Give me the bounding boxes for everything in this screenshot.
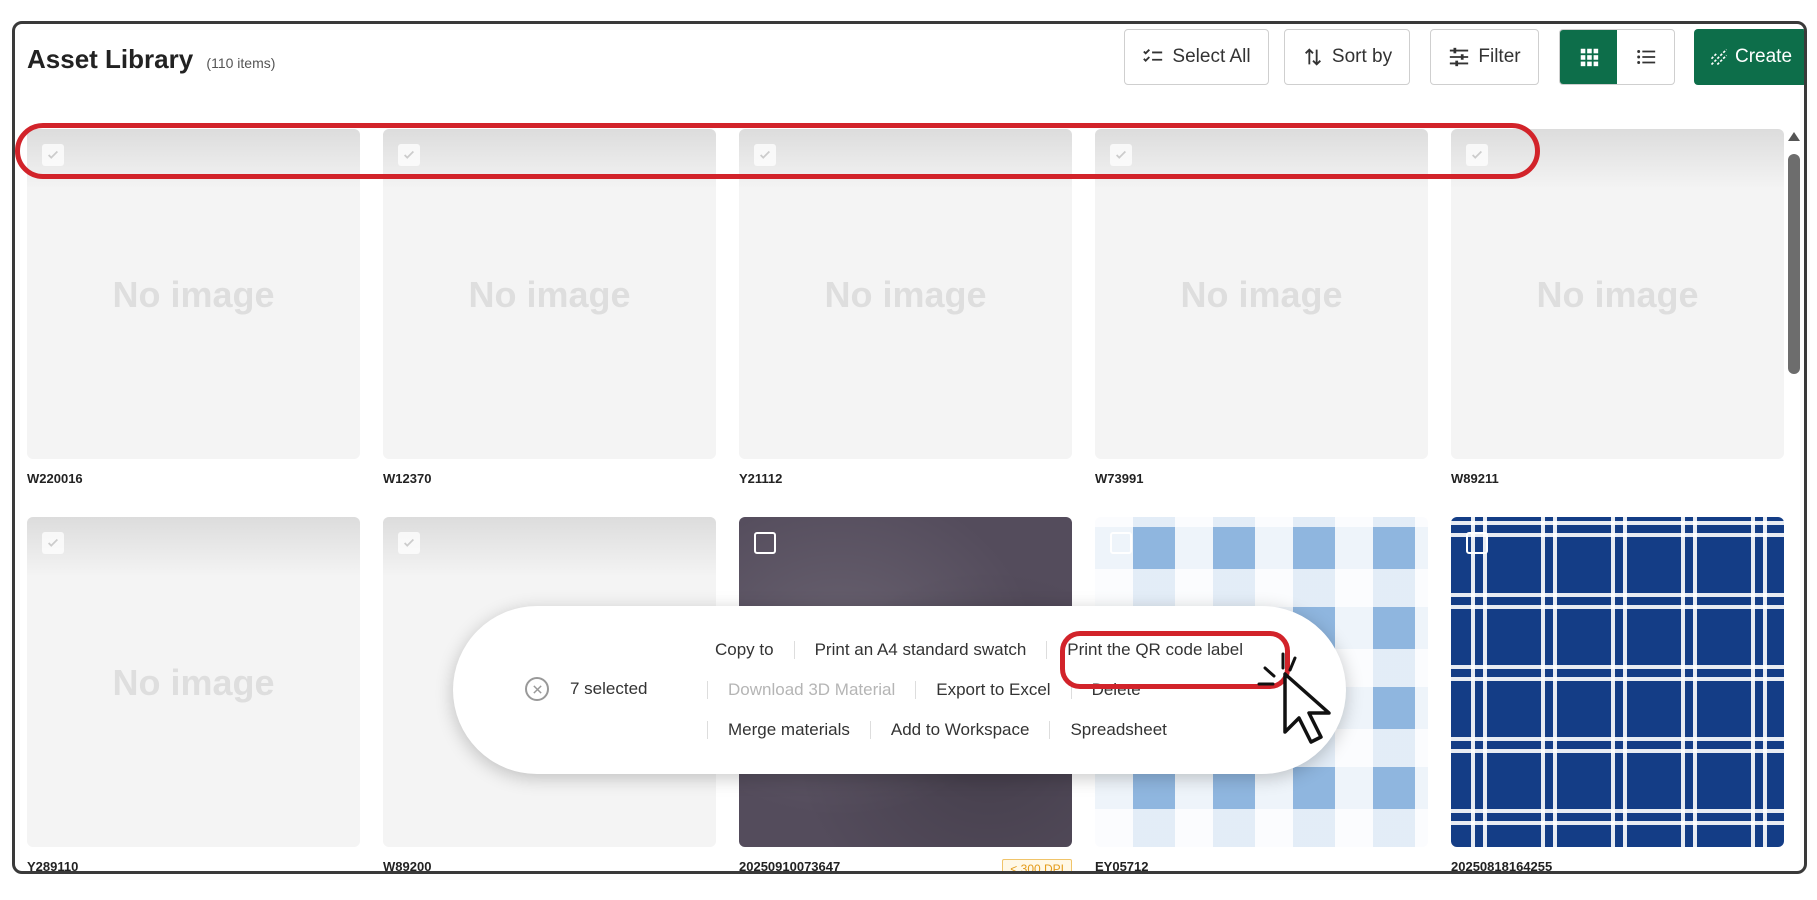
print-qr-label-action[interactable]: Print the QR code label xyxy=(1067,640,1243,660)
check-icon xyxy=(48,150,58,159)
page-title: Asset Library (110 items) xyxy=(27,44,275,75)
card-thumbnail[interactable] xyxy=(1451,517,1784,847)
no-image-placeholder: No image xyxy=(112,274,275,315)
check-icon xyxy=(404,538,414,547)
divider xyxy=(915,681,917,699)
card-checkbox[interactable] xyxy=(1466,532,1488,554)
divider xyxy=(707,681,708,699)
view-toggle xyxy=(1559,29,1675,85)
divider xyxy=(793,641,795,659)
create-button[interactable]: Create xyxy=(1694,29,1804,85)
card-thumbnail[interactable]: No image xyxy=(1095,129,1428,459)
page-title-text: Asset Library xyxy=(27,44,194,74)
scroll-up-arrow-icon[interactable] xyxy=(1788,132,1800,141)
filter-label: Filter xyxy=(1478,46,1521,67)
check-icon xyxy=(760,150,770,159)
create-icon xyxy=(1710,48,1728,66)
spreadsheet-action[interactable]: Spreadsheet xyxy=(1070,720,1166,740)
card-thumbnail[interactable]: No image xyxy=(27,517,360,847)
card-thumbnail[interactable]: No image xyxy=(383,129,716,459)
card-label: W89211 xyxy=(1451,471,1499,486)
card-checkbox[interactable] xyxy=(1110,532,1132,554)
action-row: Merge materials Add to Workspace Spreads… xyxy=(687,719,1167,741)
card-label: Y289110 xyxy=(27,859,79,874)
grid-view-button[interactable] xyxy=(1560,30,1617,84)
header: Asset Library (110 items) Select All Sor… xyxy=(15,24,1804,104)
card-thumbnail[interactable]: No image xyxy=(739,129,1072,459)
merge-materials-action[interactable]: Merge materials xyxy=(728,720,850,740)
grid-icon xyxy=(1580,48,1598,67)
card-label: 20250910073647 xyxy=(739,859,841,874)
card-thumbnail[interactable]: No image xyxy=(1451,129,1784,459)
card-checkbox[interactable] xyxy=(398,144,420,166)
card-checkbox[interactable] xyxy=(1110,144,1132,166)
card-label: EY05712 xyxy=(1095,859,1149,874)
add-to-workspace-action[interactable]: Add to Workspace xyxy=(891,720,1030,740)
divider xyxy=(869,721,871,739)
no-image-placeholder: No image xyxy=(468,274,631,315)
divider xyxy=(1049,721,1051,739)
selection-action-bar: 7 selected Copy to Print an A4 standard … xyxy=(453,606,1346,774)
no-image-placeholder: No image xyxy=(824,274,987,315)
filter-button[interactable]: Filter xyxy=(1430,29,1539,85)
divider xyxy=(1046,641,1048,659)
card-checkbox[interactable] xyxy=(1466,144,1488,166)
card-checkbox[interactable] xyxy=(42,532,64,554)
sort-icon xyxy=(1304,48,1321,66)
check-icon xyxy=(48,538,58,547)
check-icon xyxy=(404,150,414,159)
item-count: (110 items) xyxy=(206,55,276,71)
card-checkbox[interactable] xyxy=(398,532,420,554)
divider xyxy=(1070,681,1072,699)
action-row: Download 3D Material Export to Excel Del… xyxy=(687,679,1141,701)
download-3d-material-action[interactable]: Download 3D Material xyxy=(728,680,895,700)
no-image-placeholder: No image xyxy=(1536,274,1699,315)
action-row: Copy to Print an A4 standard swatch Prin… xyxy=(715,639,1243,661)
sort-by-label: Sort by xyxy=(1331,46,1393,67)
create-label: Create xyxy=(1734,46,1793,67)
check-icon xyxy=(1472,150,1482,159)
card-label: Y21112 xyxy=(739,471,783,486)
delete-action[interactable]: Delete xyxy=(1092,680,1141,700)
list-icon xyxy=(1636,50,1655,64)
card-label: 20250818164255 xyxy=(1451,859,1553,874)
sliders-icon xyxy=(1450,47,1469,67)
checklist-icon xyxy=(1143,49,1163,62)
card-label: W89200 xyxy=(383,859,432,874)
card-label: W220016 xyxy=(27,471,83,486)
export-to-excel-action[interactable]: Export to Excel xyxy=(936,680,1050,700)
close-icon xyxy=(532,684,542,694)
print-a4-swatch-action[interactable]: Print an A4 standard swatch xyxy=(815,640,1027,660)
clear-selection-button[interactable] xyxy=(525,677,549,701)
low-dpi-badge: < 300 DPI xyxy=(1002,859,1072,871)
copy-to-action[interactable]: Copy to xyxy=(715,640,774,660)
card-label: W12370 xyxy=(383,471,432,486)
card-checkbox[interactable] xyxy=(754,144,776,166)
select-all-label: Select All xyxy=(1172,46,1251,67)
check-icon xyxy=(1116,150,1126,159)
click-cursor-icon xyxy=(1257,652,1331,744)
sort-by-button[interactable]: Sort by xyxy=(1284,29,1410,85)
card-thumbnail[interactable]: No image xyxy=(27,129,360,459)
list-view-button[interactable] xyxy=(1617,30,1674,84)
scrollbar[interactable] xyxy=(1787,132,1801,871)
card-checkbox[interactable] xyxy=(42,144,64,166)
card-checkbox[interactable] xyxy=(754,532,776,554)
select-all-button[interactable]: Select All xyxy=(1124,29,1269,85)
scrollbar-thumb[interactable] xyxy=(1788,154,1800,374)
card-label: W73991 xyxy=(1095,471,1144,486)
divider xyxy=(707,721,708,739)
no-image-placeholder: No image xyxy=(112,662,275,703)
selected-count: 7 selected xyxy=(570,679,648,698)
no-image-placeholder: No image xyxy=(1180,274,1343,315)
